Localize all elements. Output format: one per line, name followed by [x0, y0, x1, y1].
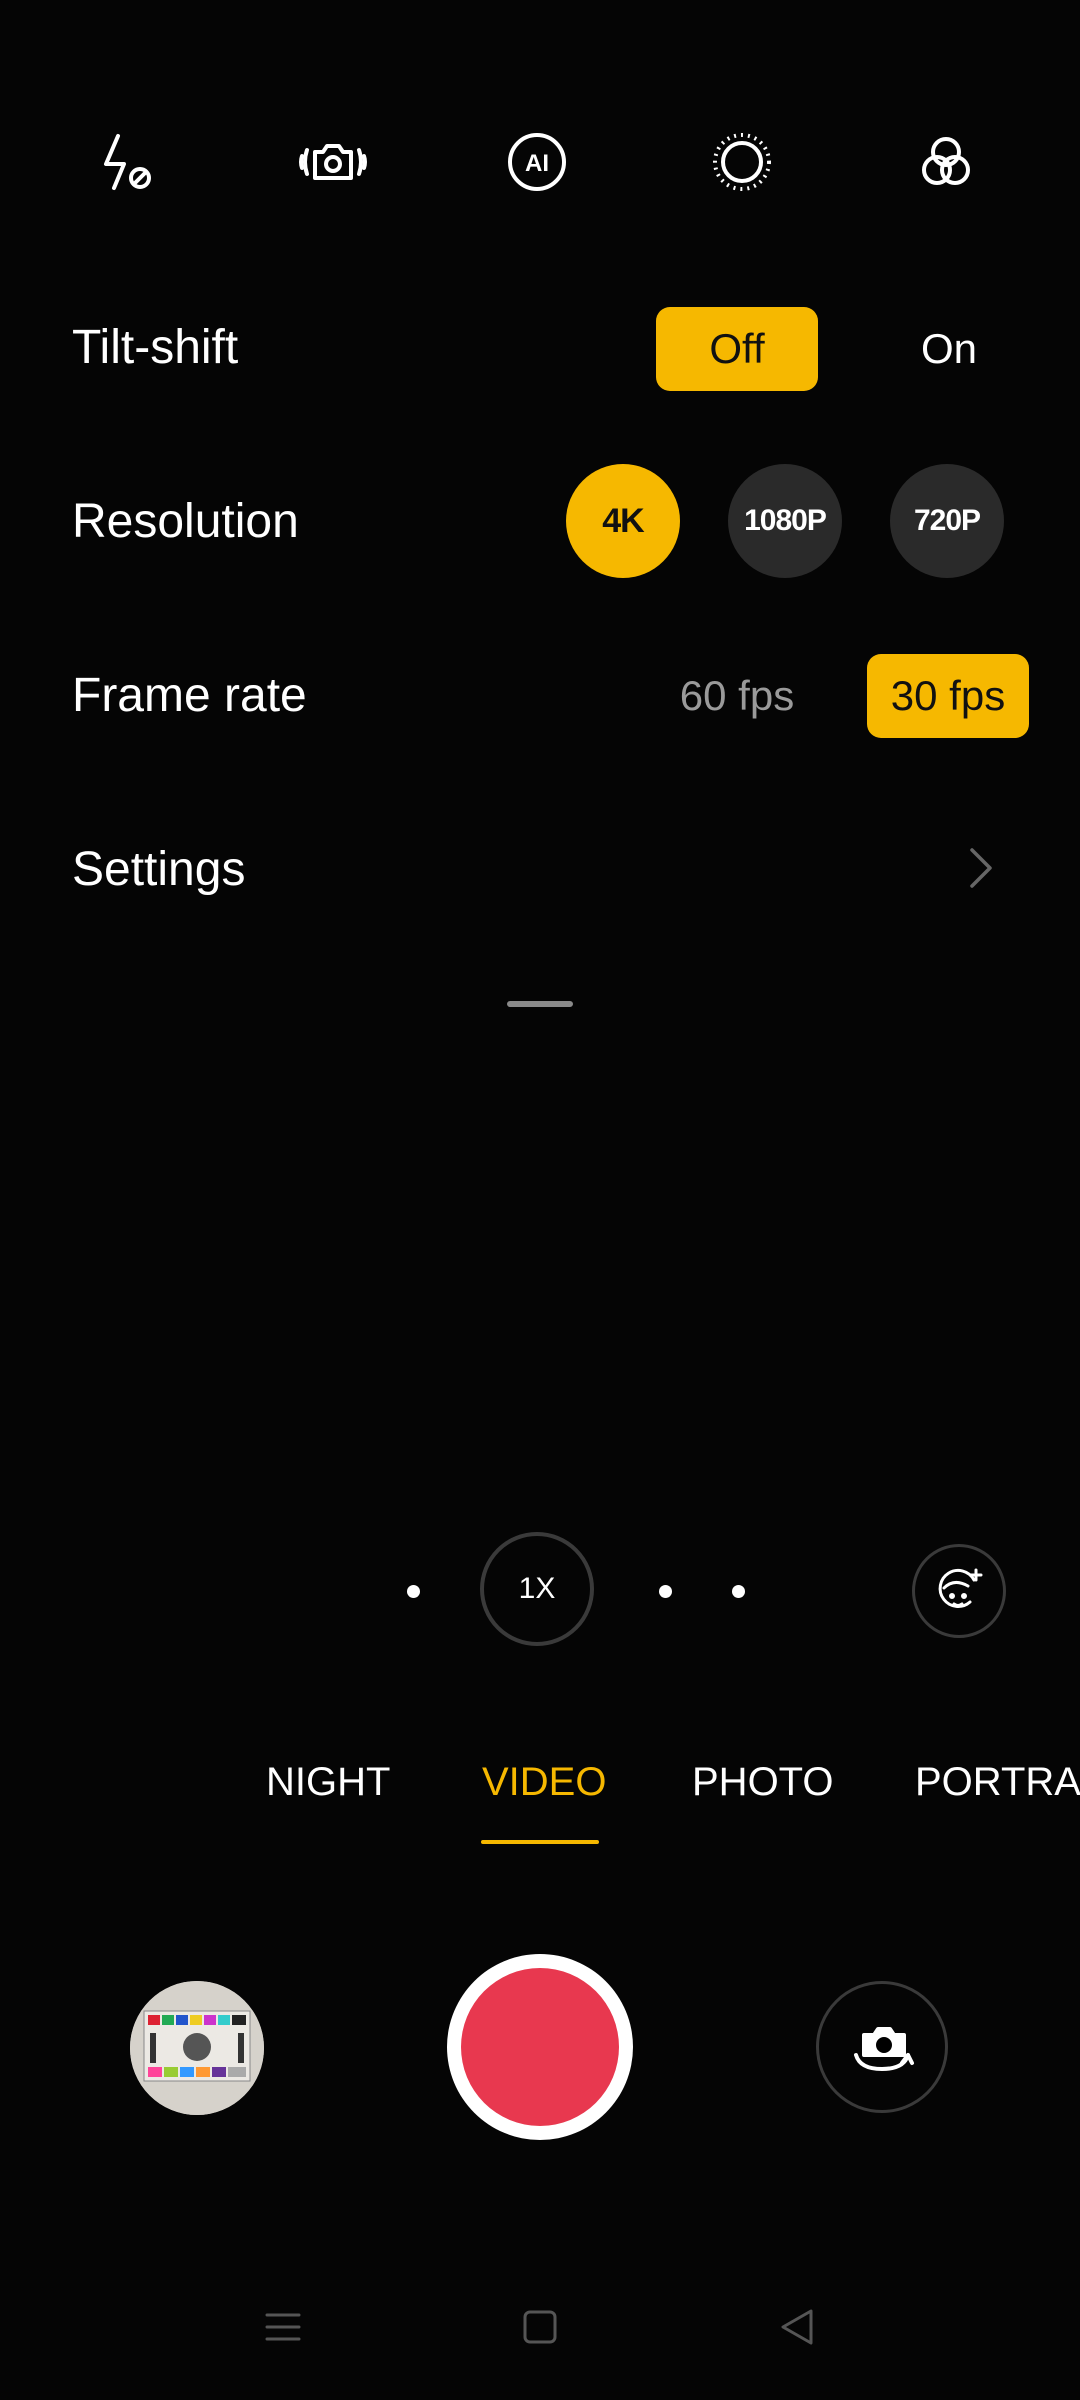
tilt-shift-off-button[interactable]: Off: [656, 307, 818, 391]
beauty-face-button[interactable]: [912, 1544, 1006, 1638]
resolution-4k-button[interactable]: 4K: [566, 464, 680, 578]
camera-screen: AI Tilt-shift Off On Resolution 4K 1080P…: [0, 0, 1080, 2400]
frame-rate-60-button[interactable]: 60 fps: [656, 654, 818, 738]
chevron-right-icon[interactable]: [960, 846, 1000, 890]
zoom-option-dot[interactable]: [659, 1585, 672, 1598]
stabilization-icon[interactable]: [293, 122, 373, 202]
gallery-thumbnail-image: [130, 1981, 264, 2115]
switch-camera-button[interactable]: [816, 1981, 948, 2113]
record-button-inner: [461, 1968, 619, 2126]
mode-photo[interactable]: PHOTO: [692, 1760, 834, 1805]
zoom-level-button[interactable]: 1X: [480, 1532, 594, 1646]
settings-link[interactable]: Settings: [72, 842, 245, 897]
switch-camera-icon: [854, 2027, 914, 2071]
frame-rate-30-button[interactable]: 30 fps: [867, 654, 1029, 738]
mode-video[interactable]: VIDEO: [482, 1760, 606, 1805]
tilt-shift-label: Tilt-shift: [72, 321, 239, 374]
filters-icon[interactable]: [906, 122, 986, 202]
zoom-level-text: 1X: [518, 1572, 556, 1605]
zoom-option-dot[interactable]: [407, 1585, 420, 1598]
mode-night[interactable]: NIGHT: [266, 1760, 390, 1805]
zoom-option-dot[interactable]: [732, 1585, 745, 1598]
resolution-720p-button[interactable]: 720P: [890, 464, 1004, 578]
tilt-shift-on-button[interactable]: On: [868, 307, 1030, 391]
panel-drag-handle[interactable]: [507, 1001, 573, 1007]
home-icon[interactable]: [515, 2302, 565, 2352]
resolution-label: Resolution: [72, 495, 299, 548]
ai-icon-text: AI: [525, 150, 549, 177]
frame-rate-label: Frame rate: [72, 669, 307, 722]
light-sensor-icon[interactable]: [702, 122, 782, 202]
menu-icon[interactable]: [258, 2302, 308, 2352]
record-button[interactable]: [447, 1954, 633, 2140]
gallery-thumbnail[interactable]: [130, 1981, 264, 2115]
ai-icon[interactable]: AI: [497, 122, 577, 202]
back-icon[interactable]: [772, 2302, 822, 2352]
mode-portrait-clip: PORTRAIT: [915, 1760, 1080, 1820]
active-mode-underline: [481, 1840, 599, 1844]
resolution-1080p-button[interactable]: 1080P: [728, 464, 842, 578]
face-sparkle-icon: [938, 1568, 983, 1608]
flash-off-icon[interactable]: [90, 122, 170, 202]
mode-portrait[interactable]: PORTRAIT: [915, 1760, 1080, 1805]
